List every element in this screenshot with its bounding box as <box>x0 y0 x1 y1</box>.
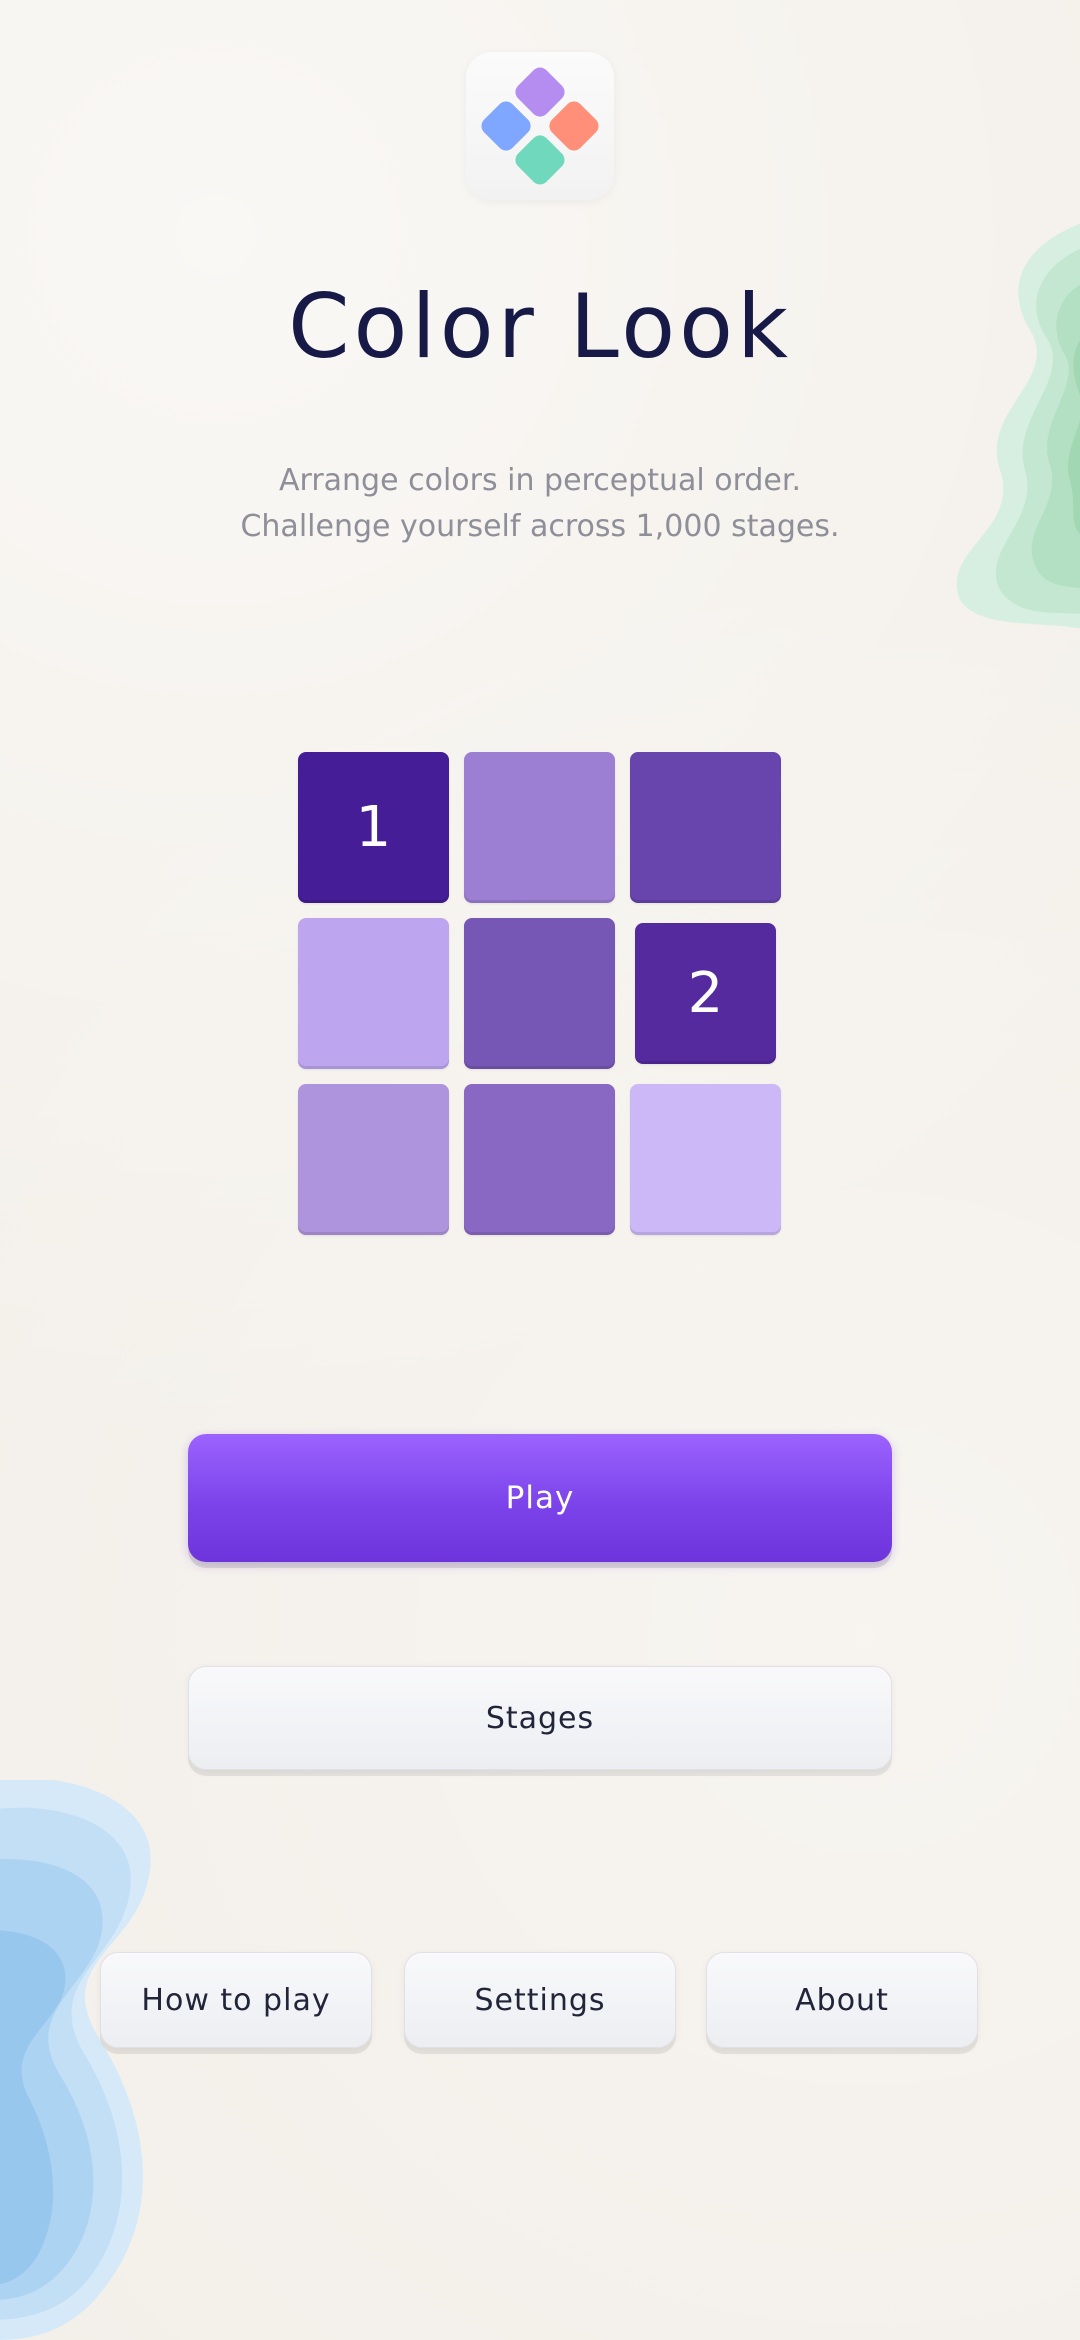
subtitle-line-1: Arrange colors in perceptual order. <box>279 463 801 498</box>
subtitle-line-2: Challenge yourself across 1,000 stages. <box>240 509 840 544</box>
puzzle-tile[interactable] <box>630 1084 781 1235</box>
puzzle-tile[interactable] <box>630 752 781 903</box>
diamond-tiles-logo-icon <box>481 67 599 185</box>
puzzle-tile[interactable] <box>298 1084 449 1235</box>
settings-button[interactable]: Settings <box>404 1952 676 2048</box>
puzzle-tile[interactable]: 2 <box>635 923 776 1064</box>
about-button[interactable]: About <box>706 1952 978 2048</box>
play-button[interactable]: Play <box>188 1434 892 1562</box>
app-title: Color Look <box>288 275 792 378</box>
puzzle-tile[interactable] <box>464 1084 615 1235</box>
app-subtitle: Arrange colors in perceptual order. Chal… <box>0 458 1080 550</box>
color-puzzle-grid: 12 <box>298 752 782 1236</box>
puzzle-tile[interactable] <box>298 918 449 1069</box>
blue-wave-decoration <box>0 1780 151 2340</box>
puzzle-tile[interactable]: 1 <box>298 752 449 903</box>
puzzle-tile[interactable] <box>464 918 615 1069</box>
puzzle-tile[interactable] <box>464 752 615 903</box>
stages-button[interactable]: Stages <box>188 1666 892 1770</box>
app-logo <box>466 52 614 200</box>
how-to-play-button[interactable]: How to play <box>100 1952 372 2048</box>
home-screen: Color Look Arrange colors in perceptual … <box>0 0 1080 2340</box>
